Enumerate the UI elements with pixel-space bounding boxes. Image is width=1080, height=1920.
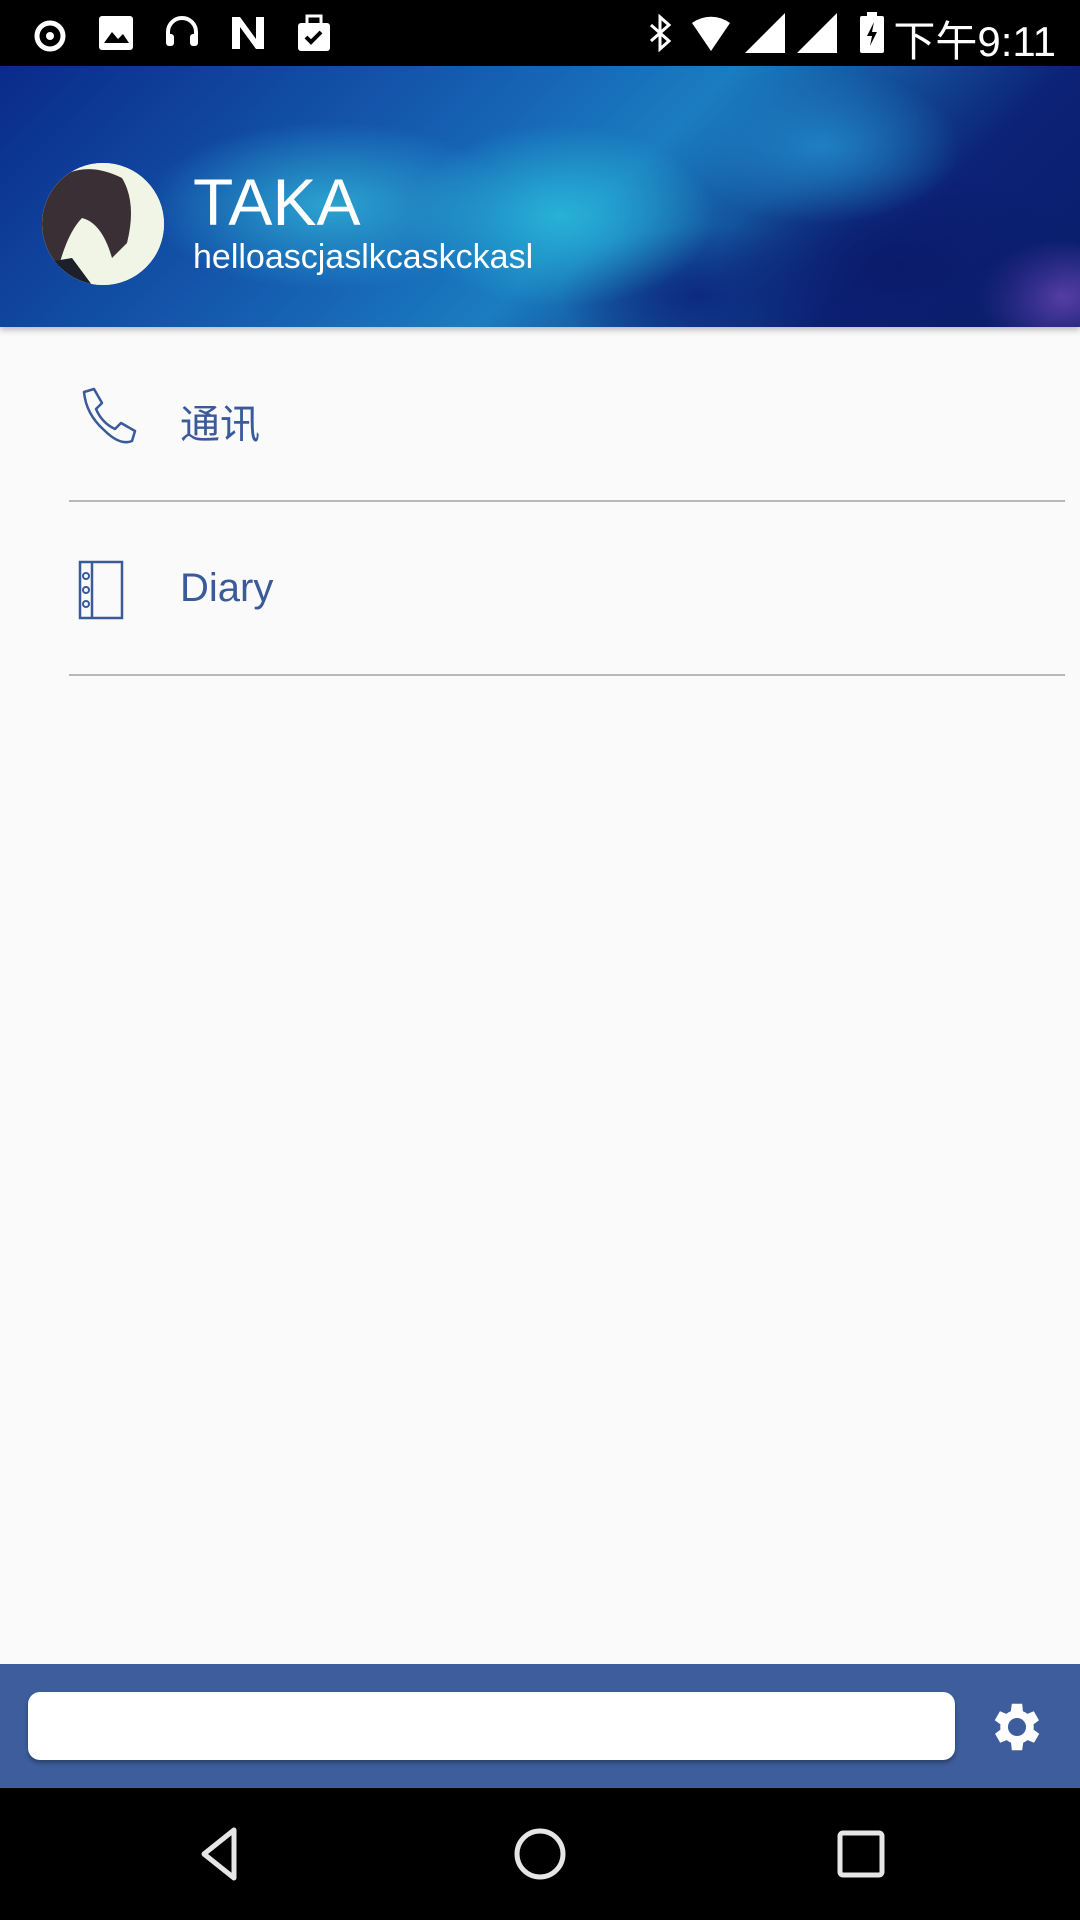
navigation-bar [0,1788,1080,1920]
signal-icon [797,13,837,53]
bluetooth-icon [640,13,680,53]
divider [69,674,1065,676]
status-bar: 下午9:11 [0,0,1080,66]
menu-item-contacts[interactable]: 通讯 [0,346,1080,486]
avatar[interactable] [42,163,164,285]
n-app-icon [228,13,268,53]
profile-subtitle: helloascjaslkcaskckasl [193,238,534,276]
profile-name: TAKA [193,165,361,239]
image-icon [96,13,136,53]
recents-icon[interactable] [831,1824,891,1884]
headset-icon [162,13,202,53]
divider [69,500,1065,502]
bottom-bar [0,1664,1080,1788]
phone-icon [78,386,138,446]
back-icon[interactable] [192,1824,252,1884]
signal-icon [745,13,785,53]
notebook-icon [78,560,138,620]
battery-charging-icon [852,12,892,53]
profile-header: TAKA helloascjaslkcaskckasl [0,66,1080,327]
netease-music-icon [30,13,70,53]
menu-item-label: 通讯 [180,403,260,447]
text-input[interactable] [28,1692,955,1760]
clock: 下午9:11 [893,18,1056,65]
home-icon[interactable] [510,1824,570,1884]
menu-item-diary[interactable]: Diary [0,520,1080,660]
settings-gear-icon[interactable] [986,1696,1048,1758]
wifi-alert-icon [690,13,730,53]
briefcase-check-icon [294,13,334,53]
menu-item-label: Diary [180,566,274,610]
